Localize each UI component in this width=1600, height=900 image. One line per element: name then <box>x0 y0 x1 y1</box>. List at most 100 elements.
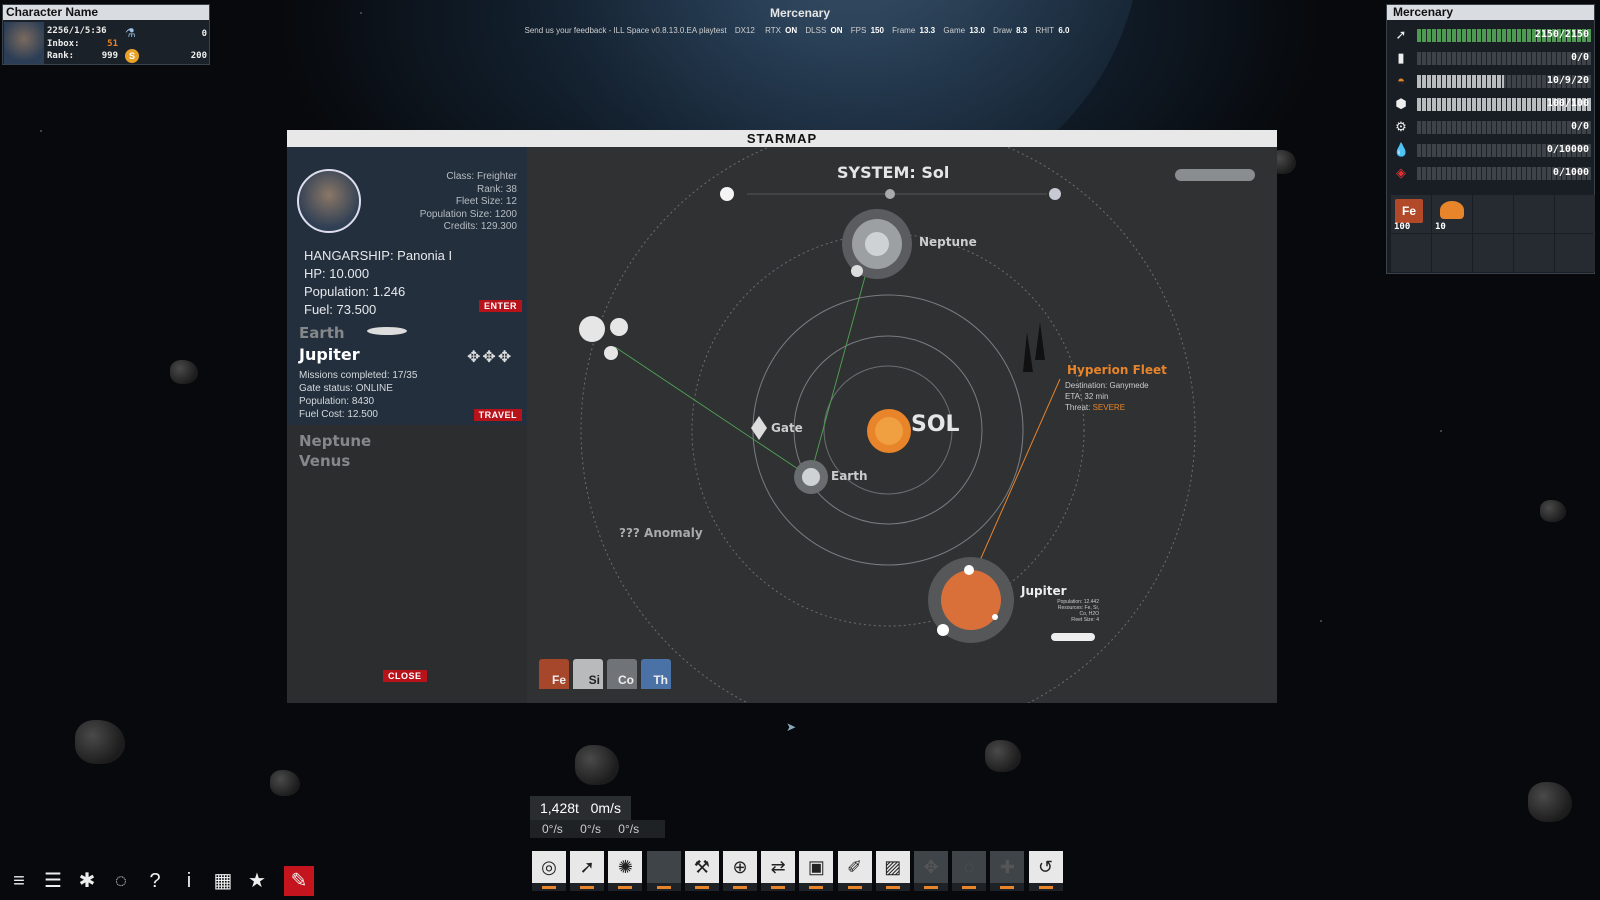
resource-tab-th[interactable]: Th <box>641 659 671 689</box>
inventory-slot[interactable]: 10 <box>1432 195 1472 233</box>
inventory-slot[interactable] <box>1555 195 1595 233</box>
alert-icon[interactable]: ✎ <box>284 866 314 896</box>
galaxy-icon[interactable]: ◌ <box>106 866 136 896</box>
gate-label[interactable]: Gate <box>771 421 803 435</box>
population-size-text: Population Size: 1200 <box>419 208 517 220</box>
toolbar-button[interactable]: ⇄ <box>761 851 796 891</box>
debug-key: FPS <box>850 26 867 35</box>
tool-icon: ➚ <box>570 851 605 883</box>
stat-crew: ◓ 10/9/20 <box>1391 71 1591 91</box>
inventory-slot[interactable] <box>1555 234 1595 272</box>
stat-hazard: ◈ 0/1000 <box>1391 163 1591 183</box>
stat-value: 0/0 <box>1570 121 1589 132</box>
rotation-readout: 0°/s 0°/s 0°/s <box>530 820 665 838</box>
iron-ore-icon: Fe <box>1395 199 1423 223</box>
speed-value: 0m/s <box>590 800 621 816</box>
sun-label[interactable]: SOL <box>911 412 960 437</box>
inventory-slot[interactable] <box>1514 234 1554 272</box>
inventory-grid: Fe 100 10 <box>1391 195 1595 273</box>
toolbar-button[interactable]: ▨ <box>875 851 910 891</box>
enter-button[interactable]: ENTER <box>478 300 522 312</box>
hull-icon: ⬢ <box>1395 96 1407 111</box>
debug-val: 150 <box>870 26 884 35</box>
stat-value: 0/0 <box>1570 52 1589 63</box>
destination-jupiter[interactable]: Jupiter <box>299 345 360 364</box>
tool-indicator <box>1038 886 1053 889</box>
travel-button[interactable]: TRAVEL <box>473 409 522 421</box>
fuel-cost-text: Fuel Cost: 12.500 <box>299 409 378 420</box>
menu-icon[interactable]: ≡ <box>4 866 34 896</box>
network-icon[interactable]: ✱ <box>72 866 102 896</box>
jupiter-info: Missions completed: 17/35 Gate status: O… <box>299 369 417 421</box>
orbit-graphics <box>579 147 1255 703</box>
gate-status-text: Gate status: ONLINE <box>299 383 393 394</box>
destination-earth[interactable]: Earth <box>299 324 345 342</box>
inventory-slot[interactable] <box>1391 234 1431 272</box>
help-icon[interactable]: ? <box>140 866 170 896</box>
missions-text: Missions completed: 17/35 <box>299 370 418 381</box>
toolbar-button[interactable]: ✚ <box>990 851 1025 891</box>
inventory-slot[interactable] <box>1432 234 1472 272</box>
stat-battery: ▮ 0/0 <box>1391 48 1591 68</box>
tool-indicator <box>924 886 938 889</box>
inventory-slot[interactable] <box>1473 234 1513 272</box>
stat-bar-fill <box>1417 75 1504 88</box>
ship-title: Mercenary <box>769 6 831 20</box>
system-map[interactable]: SYSTEM: Sol Neptune SOL Gate Earth Jupit… <box>527 147 1277 703</box>
inventory-slot[interactable] <box>1514 195 1554 233</box>
tool-icon: ✺ <box>608 851 643 883</box>
hyperion-fleet-label[interactable]: Hyperion Fleet <box>1067 363 1167 377</box>
tool-indicator <box>847 886 862 889</box>
stat-hull: ⬢ 100/100 <box>1391 94 1591 114</box>
neptune-label[interactable]: Neptune <box>919 235 977 249</box>
toolbar-button[interactable]: ⊕ <box>723 851 757 891</box>
coin-icon: S <box>125 49 139 63</box>
toolbar-button[interactable]: ◌ <box>952 851 987 891</box>
jupiter-label[interactable]: Jupiter <box>1021 584 1067 598</box>
star-icon[interactable]: ★ <box>242 866 272 896</box>
debug-key: Frame <box>892 26 916 35</box>
rank-label: Rank: <box>47 51 75 61</box>
fleet-size-text: Fleet Size: 12 <box>455 196 517 207</box>
debug-val: 8.3 <box>1016 26 1028 35</box>
inbox-count[interactable]: 51 <box>98 39 118 49</box>
hangarship-name: HANGARSHIP: Panonia I <box>304 248 453 263</box>
resource-tab-si[interactable]: Si <box>573 659 603 689</box>
toolbar-button[interactable]: ➚ <box>570 851 605 891</box>
item-count: 100 <box>1394 222 1411 232</box>
close-button[interactable]: CLOSE <box>383 670 427 682</box>
tool-indicator <box>580 886 595 889</box>
toolbar-button[interactable] <box>646 851 681 891</box>
toolbar-button[interactable]: ✥ <box>914 851 948 891</box>
layout-icon[interactable]: ☰ <box>38 866 68 896</box>
toolbar-button[interactable]: ✺ <box>608 851 643 891</box>
destination-venus[interactable]: Venus <box>299 452 350 470</box>
tool-icon: ✥ <box>914 851 948 883</box>
info-icon[interactable]: i <box>174 866 204 896</box>
destination-neptune[interactable]: Neptune <box>299 432 371 450</box>
tool-indicator <box>962 886 977 889</box>
toolbar-button[interactable]: ⚒ <box>684 851 719 891</box>
tool-indicator <box>618 886 633 889</box>
hangarship-population: Population: 1.246 <box>304 284 406 299</box>
item-count: 10 <box>1435 222 1446 232</box>
inventory-slot[interactable] <box>1473 195 1513 233</box>
ship-icon <box>367 327 407 335</box>
rank-value: 999 <box>101 51 118 61</box>
toolbar-button[interactable]: ↺ <box>1028 851 1063 891</box>
toolbar-button[interactable]: ◎ <box>532 851 566 891</box>
tool-icon: ✚ <box>990 851 1025 883</box>
resource-tab-fe[interactable]: Fe <box>539 659 569 689</box>
asteroid <box>575 745 619 785</box>
earth-label[interactable]: Earth <box>831 469 868 483</box>
stat-value: 100/100 <box>1546 98 1589 109</box>
inventory-slot[interactable]: Fe 100 <box>1391 195 1431 233</box>
grid-icon[interactable]: ▦ <box>208 866 238 896</box>
stat-value: 10/9/20 <box>1546 75 1589 86</box>
toolbar-button[interactable]: ✐ <box>837 851 872 891</box>
ship-status-panel: Mercenary ➚ 2150/2150 ▮ 0/0 ◓ 10/9/20 ⬢ 100/… <box>1386 4 1595 274</box>
toolbar-button[interactable]: ▣ <box>799 851 834 891</box>
anomaly-label[interactable]: ??? Anomaly <box>619 526 703 540</box>
jupiter-mini-info: Population: 12.442 Resources: Fe, Si, Co,… <box>1049 599 1099 623</box>
resource-tab-co[interactable]: Co <box>607 659 637 689</box>
